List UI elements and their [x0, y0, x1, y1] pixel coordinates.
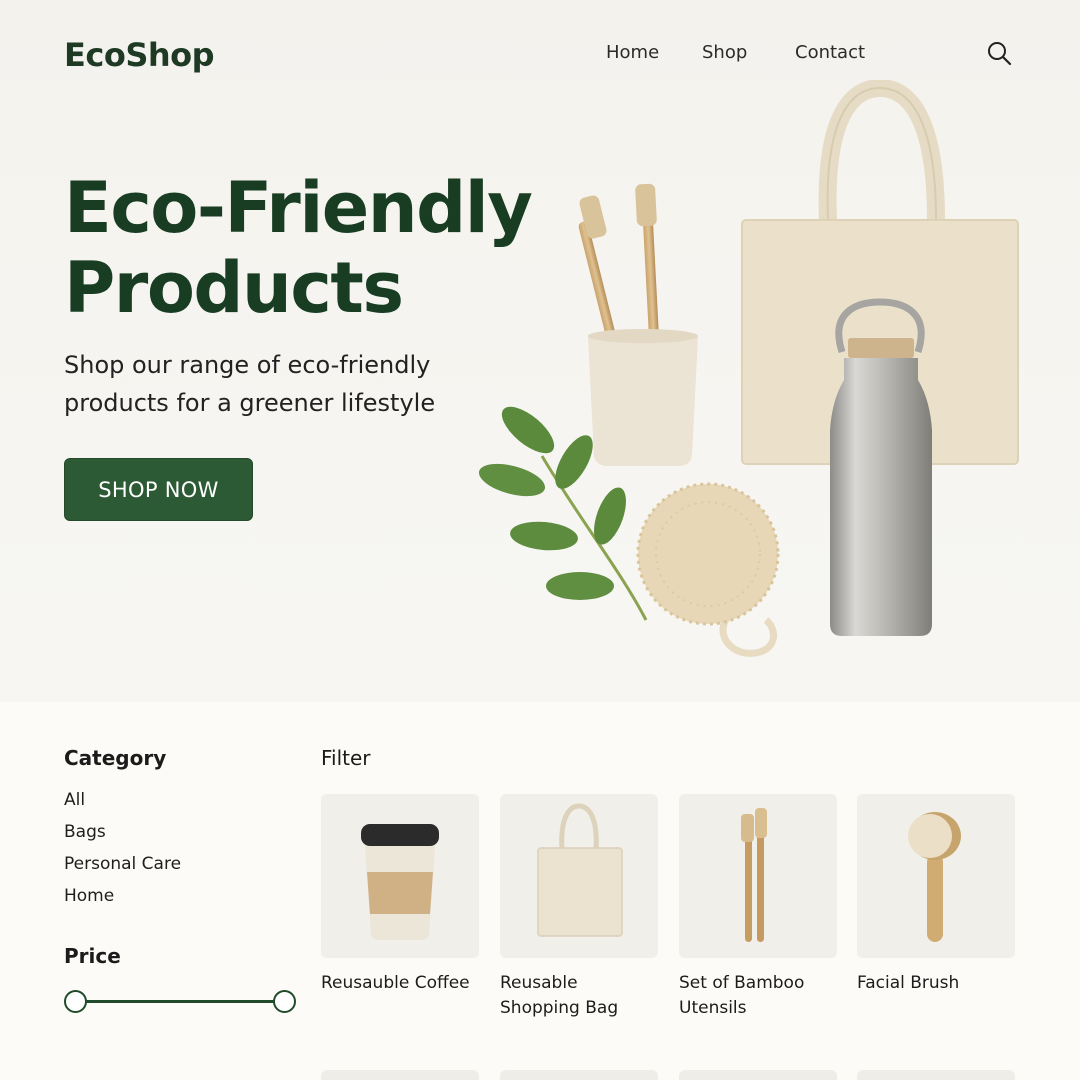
product-name: Reusable Shopping Bag — [500, 973, 619, 1018]
bamboo-utensils-icon — [741, 808, 767, 942]
product-name: Reusauble Coffee — [321, 973, 470, 993]
nav-contact[interactable]: Contact — [795, 42, 865, 63]
product-name: Facial Brush — [857, 973, 960, 993]
price-max-handle[interactable] — [273, 990, 296, 1013]
hero-subtitle: Shop our range of eco-friendly products … — [64, 346, 484, 422]
bamboo-toothbrush-icon — [578, 183, 660, 346]
top-navigation: EcoShop Home Shop Contact — [0, 0, 1080, 100]
product-card[interactable]: Reusauble Coffee — [321, 794, 479, 996]
coffee-cup-icon — [361, 824, 439, 940]
price-slider-track — [74, 1000, 286, 1003]
hero-section: EcoShop Home Shop Contact Eco-Friendly P… — [0, 0, 1080, 702]
search-icon[interactable] — [986, 40, 1012, 66]
category-heading: Category — [64, 746, 167, 770]
price-range-slider[interactable] — [64, 990, 296, 1014]
category-item-home[interactable]: Home — [64, 886, 114, 906]
filter-label[interactable]: Filter — [321, 746, 371, 770]
product-name: Set of Bamboo Utensils — [679, 973, 805, 1018]
nav-home[interactable]: Home — [606, 42, 659, 63]
category-item-bags[interactable]: Bags — [64, 822, 106, 842]
hero-title: Eco-Friendly Products — [64, 168, 544, 328]
price-heading: Price — [64, 944, 121, 968]
product-card-partial[interactable] — [857, 1070, 1015, 1080]
hero-title-line: Eco-Friendly — [64, 167, 533, 249]
product-image — [857, 794, 1015, 958]
product-card-partial[interactable] — [679, 1070, 837, 1080]
product-card-partial[interactable] — [500, 1070, 658, 1080]
tote-bag-icon — [537, 803, 623, 937]
product-card[interactable]: Reusable Shopping Bag — [500, 794, 658, 1021]
product-card[interactable]: Set of Bamboo Utensils — [679, 794, 837, 1021]
nav-shop[interactable]: Shop — [702, 42, 747, 63]
loofah-sponge-icon — [636, 482, 780, 657]
category-item-all[interactable]: All — [64, 790, 85, 810]
product-image — [679, 794, 837, 958]
site-logo[interactable]: EcoShop — [64, 36, 215, 74]
facial-brush-icon — [908, 812, 961, 942]
hero-subtitle-line: products for a greener lifestyle — [64, 389, 436, 417]
category-item-personal-care[interactable]: Personal Care — [64, 854, 181, 874]
product-card[interactable]: Facial Brush — [857, 794, 1015, 996]
hero-subtitle-line: Shop our range of eco-friendly — [64, 351, 431, 379]
product-card-partial[interactable] — [321, 1070, 479, 1080]
hero-title-line: Products — [64, 247, 404, 329]
price-min-handle[interactable] — [64, 990, 87, 1013]
hero-product-illustration — [470, 78, 1080, 690]
shop-now-button[interactable]: SHOP NOW — [64, 458, 253, 521]
product-image — [500, 794, 658, 958]
product-image — [321, 794, 479, 958]
cup-icon — [588, 329, 698, 466]
